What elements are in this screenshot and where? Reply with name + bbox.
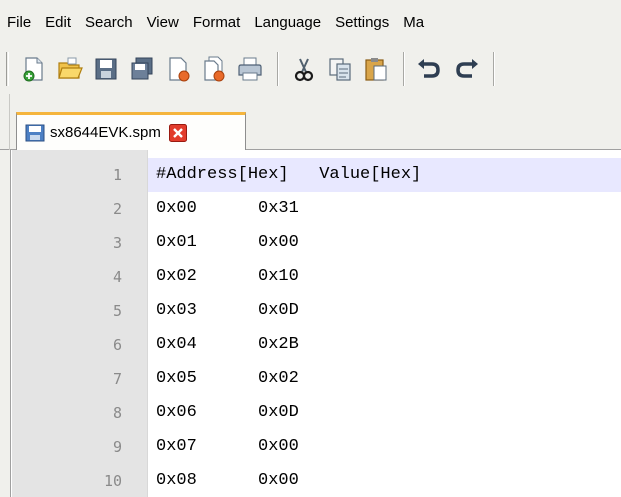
line-text: #Address[Hex] Value[Hex] xyxy=(156,165,422,184)
line-number: 9 xyxy=(112,438,122,456)
line-text: 0x07 0x00 xyxy=(156,437,299,456)
line-text: 0x06 0x0D xyxy=(156,403,299,422)
copy-icon xyxy=(329,58,351,81)
code-line[interactable]: 0x02 0x10 xyxy=(148,260,621,294)
save-all-button[interactable] xyxy=(125,52,159,86)
save-button[interactable] xyxy=(89,52,123,86)
clipboard-icon xyxy=(365,58,387,81)
redo-icon xyxy=(456,59,478,78)
line-text: 0x00 0x31 xyxy=(156,199,299,218)
line-text: 0x05 0x02 xyxy=(156,369,299,388)
close-button[interactable] xyxy=(161,52,195,86)
toolbar-separator xyxy=(277,52,279,86)
menu-format[interactable]: Format xyxy=(186,14,248,31)
code-line[interactable]: 0x08 0x00 xyxy=(148,464,621,497)
line-text: 0x01 0x00 xyxy=(156,233,299,252)
close-all-button[interactable] xyxy=(197,52,231,86)
printer-icon xyxy=(238,57,262,81)
tab-strip-edge xyxy=(0,94,10,150)
code-line[interactable]: 0x00 0x31 xyxy=(148,192,621,226)
line-text: 0x02 0x10 xyxy=(156,267,299,286)
saved-file-icon xyxy=(25,124,45,141)
line-text: 0x03 0x0D xyxy=(156,301,299,320)
close-all-icon xyxy=(204,56,225,82)
line-number: 8 xyxy=(112,404,122,422)
line-number: 6 xyxy=(112,336,122,354)
line-number: 10 xyxy=(103,472,122,490)
redo-button[interactable] xyxy=(449,52,483,86)
undo-icon xyxy=(418,59,440,78)
line-number: 1 xyxy=(112,166,122,184)
new-file-button[interactable] xyxy=(17,52,51,86)
new-file-icon xyxy=(23,57,43,82)
line-number: 5 xyxy=(112,302,122,320)
floppy-disk-icon xyxy=(95,58,117,80)
editor-frame xyxy=(0,150,11,497)
open-folder-icon xyxy=(58,57,83,79)
line-text: 0x08 0x00 xyxy=(156,471,299,490)
paste-button[interactable] xyxy=(359,52,393,86)
line-number: 7 xyxy=(112,370,122,388)
line-text: 0x04 0x2B xyxy=(156,335,299,354)
menu-search[interactable]: Search xyxy=(78,14,140,31)
scissors-icon xyxy=(294,58,314,82)
undo-button[interactable] xyxy=(413,52,447,86)
text-area[interactable]: #Address[Hex] Value[Hex] 0x00 0x31 0x01 … xyxy=(148,150,621,497)
menu-macro[interactable]: Ma xyxy=(396,14,431,31)
tab-label: sx8644EVK.spm xyxy=(50,124,161,141)
toolbar-separator xyxy=(403,52,405,86)
print-button[interactable] xyxy=(233,52,267,86)
menu-view[interactable]: View xyxy=(140,14,186,31)
cut-button[interactable] xyxy=(287,52,321,86)
code-line[interactable]: 0x01 0x00 xyxy=(148,226,621,260)
line-number: 4 xyxy=(112,268,122,286)
editor[interactable]: 1 2 3 4 5 6 7 8 9 10 #Address[Hex] Value… xyxy=(0,150,621,497)
tab-strip: sx8644EVK.spm xyxy=(0,94,621,150)
current-line[interactable]: #Address[Hex] Value[Hex] xyxy=(148,158,621,192)
menu-language[interactable]: Language xyxy=(247,14,328,31)
menu-file[interactable]: File xyxy=(0,14,38,31)
toolbar xyxy=(0,44,621,94)
menu-bar: File Edit Search View Format Language Se… xyxy=(0,0,621,44)
toolbar-grip[interactable] xyxy=(6,52,9,86)
line-number: 3 xyxy=(112,234,122,252)
close-icon[interactable] xyxy=(168,123,187,142)
open-file-button[interactable] xyxy=(53,52,87,86)
menu-edit[interactable]: Edit xyxy=(38,14,78,31)
code-line[interactable]: 0x04 0x2B xyxy=(148,328,621,362)
code-line[interactable]: 0x07 0x00 xyxy=(148,430,621,464)
toolbar-separator xyxy=(493,52,495,86)
save-all-icon xyxy=(131,57,153,80)
line-number-gutter: 1 2 3 4 5 6 7 8 9 10 xyxy=(12,150,148,497)
tab-sx8644evk[interactable]: sx8644EVK.spm xyxy=(16,112,246,150)
code-line[interactable]: 0x03 0x0D xyxy=(148,294,621,328)
close-file-icon xyxy=(169,57,190,82)
code-line[interactable]: 0x06 0x0D xyxy=(148,396,621,430)
line-number: 2 xyxy=(112,200,122,218)
menu-settings[interactable]: Settings xyxy=(328,14,396,31)
copy-button[interactable] xyxy=(323,52,357,86)
code-line[interactable]: 0x05 0x02 xyxy=(148,362,621,396)
